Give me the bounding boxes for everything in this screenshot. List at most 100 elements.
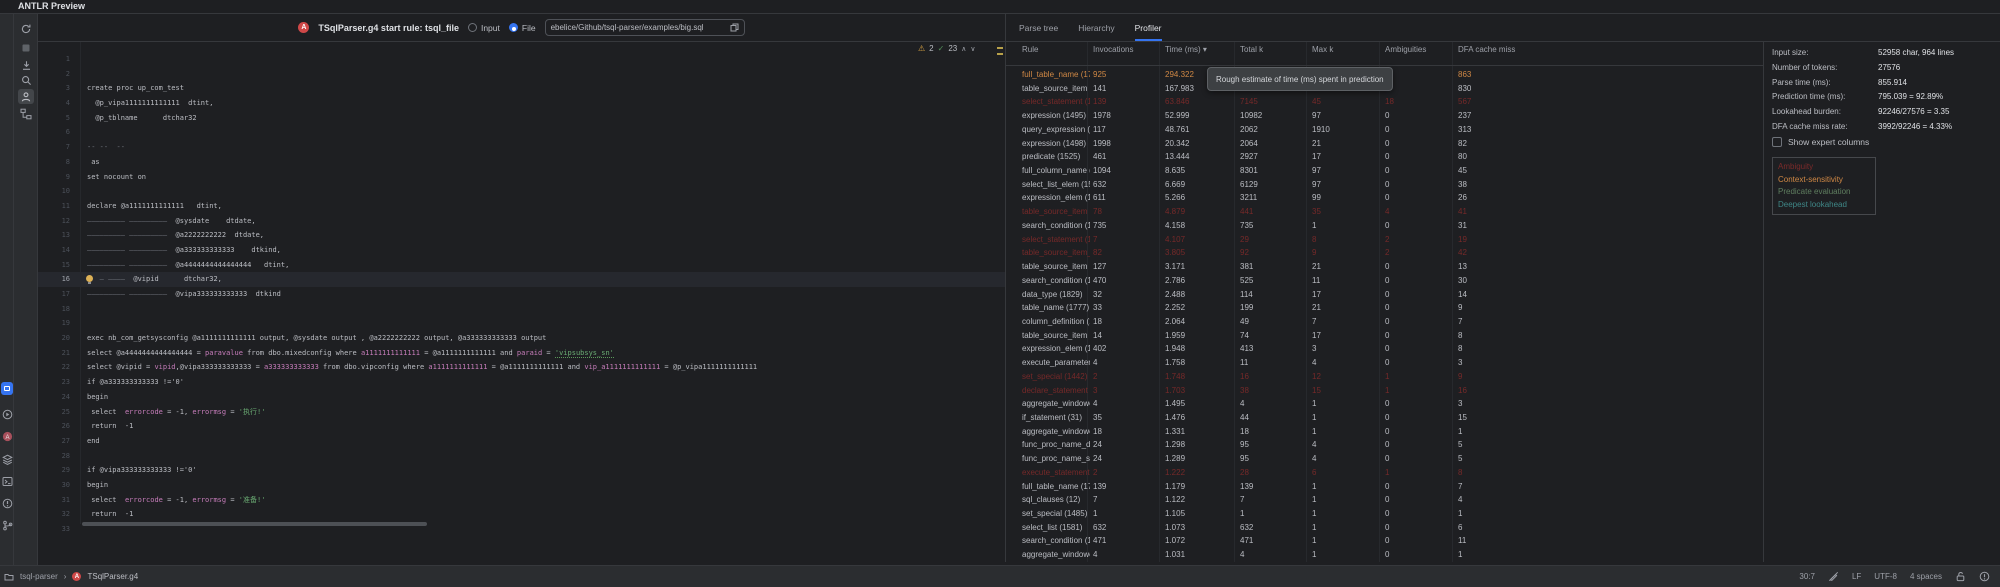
problems-toolwindow-button[interactable] [1, 497, 13, 510]
refresh-button[interactable] [18, 21, 34, 36]
code-line[interactable]: 15————————— ————————— @a4444444444444444… [38, 258, 1005, 273]
profiler-table-row[interactable]: search_condition (1517)4702.78652511030 [1005, 274, 1763, 288]
code-line[interactable]: 30begin [38, 478, 1005, 493]
expert-columns-toggle[interactable]: Show expert columns [1772, 137, 1869, 147]
code-line[interactable]: 24begin [38, 390, 1005, 405]
input-radio[interactable]: Input [468, 23, 500, 33]
profiler-table-row[interactable]: table_name (1777)332.2521992109 [1005, 301, 1763, 315]
profiler-table-row[interactable]: aggregate_windowed...41.0314101 [1005, 548, 1763, 562]
copy-icon[interactable] [730, 23, 739, 32]
code-line[interactable]: 9set nocount on [38, 170, 1005, 185]
file-encoding[interactable]: UTF-8 [1874, 572, 1897, 581]
profiler-table-row[interactable]: select_list_elem (1592)6326.669612997038 [1005, 178, 1763, 192]
export-button[interactable] [18, 58, 34, 73]
code-line[interactable]: 19 [38, 316, 1005, 331]
profiler-table-row[interactable]: aggregate_windowed...41.4954103 [1005, 397, 1763, 411]
hierarchy-mode-button[interactable] [18, 106, 34, 121]
profiler-table-row[interactable]: query_expression (1527)11748.76120621910… [1005, 123, 1763, 137]
code-line[interactable]: 22select @vipid = vipid,@vipa33333333333… [38, 360, 1005, 375]
profiler-table-row[interactable]: full_table_name (1773)1391.179139107 [1005, 480, 1763, 494]
profiler-table-row[interactable]: aggregate_windowed...181.33118101 [1005, 425, 1763, 439]
code-line[interactable]: 17————————— ————————— @vipa333333333333 … [38, 287, 1005, 302]
stop-button[interactable] [18, 40, 34, 55]
terminal-toolwindow-button[interactable] [1, 475, 13, 488]
profiler-table-row[interactable]: predicate (1525)46113.444292717080 [1005, 150, 1763, 164]
code-line[interactable]: 7-- -- -- [38, 140, 1005, 155]
git-toolwindow-button[interactable] [1, 519, 13, 532]
test-file-path-field[interactable]: ebelice/Github/tsql-parser/examples/big.… [545, 19, 745, 36]
profiler-table-row[interactable]: if_statement (31)351.476441015 [1005, 411, 1763, 425]
profiler-table-row[interactable]: declare_statement (7...31.7033815116 [1005, 384, 1763, 398]
caret-position[interactable]: 30:7 [1799, 572, 1815, 581]
column-header-ambiguities[interactable]: Ambiguities [1385, 45, 1426, 54]
profiler-table-row[interactable]: search_condition (1519)7354.1587351031 [1005, 219, 1763, 233]
code-editor[interactable]: 123create proc up_com_test4 @p_vipa11111… [38, 42, 1005, 562]
prev-issue-button[interactable]: ∧ [961, 45, 966, 53]
code-line[interactable]: 18 [38, 302, 1005, 317]
code-line[interactable]: 2 [38, 67, 1005, 82]
notifications-icon[interactable] [1979, 571, 1990, 582]
error-stripe-mark[interactable] [997, 47, 1003, 49]
code-line[interactable]: 32 return -1 [38, 507, 1005, 522]
profiler-table-row[interactable]: select_list (1581)6321.073632106 [1005, 521, 1763, 535]
profiler-table-row[interactable]: execute_parameter (1...41.75811403 [1005, 356, 1763, 370]
services-toolwindow-button[interactable] [1, 453, 13, 466]
profiler-table-row[interactable]: set_special (1442)21.748161219 [1005, 370, 1763, 384]
profiler-table-row[interactable]: data_type (1829)322.48811417014 [1005, 288, 1763, 302]
code-line[interactable]: 13————————— ————————— @a2222222222 dtdat… [38, 228, 1005, 243]
profiler-table-row[interactable]: table_source_item (15...1273.17138121013 [1005, 260, 1763, 274]
code-line[interactable]: 20exec nb_com_getsysconfig @a11111111111… [38, 331, 1005, 346]
profiler-table-row[interactable]: table_source_item_j...823.805929242 [1005, 246, 1763, 260]
line-ending[interactable]: LF [1852, 572, 1861, 581]
code-line[interactable]: 10 [38, 184, 1005, 199]
code-line[interactable]: 16 — ———— @vipid dtchar32, [38, 272, 1005, 287]
code-line[interactable]: 8 as [38, 155, 1005, 170]
profiler-table-row[interactable]: expression (1495)197852.99910982970237 [1005, 109, 1763, 123]
code-line[interactable]: 4 @p_vipa1111111111111 dtint, [38, 96, 1005, 111]
code-line[interactable]: 3create proc up_com_test [38, 81, 1005, 96]
code-line[interactable]: 31 select errorcode = -1, errormsg = '准备… [38, 493, 1005, 508]
current-file-name[interactable]: TSqlParser.g4 [87, 572, 138, 581]
profiler-table-row[interactable]: set_special (1485)11.1051101 [1005, 507, 1763, 521]
profiler-table-row[interactable]: sql_clauses (12)71.1227104 [1005, 493, 1763, 507]
code-line[interactable]: 28 [38, 449, 1005, 464]
antlr-toolwindow-button[interactable]: A [1, 430, 13, 443]
antlr-preview-toolwindow-button[interactable] [1, 382, 13, 395]
profiler-mode-button[interactable] [18, 89, 34, 104]
profiler-table-row[interactable]: expression_elem (1589)4021.948413308 [1005, 342, 1763, 356]
column-header-max-k[interactable]: Max k [1312, 45, 1333, 54]
readonly-pen-icon[interactable] [1828, 571, 1839, 582]
code-line[interactable]: 5 @p_tblname dtchar32 [38, 111, 1005, 126]
tab-parse-tree[interactable]: Parse tree [1019, 23, 1058, 41]
column-header-total-k[interactable]: Total k [1240, 45, 1263, 54]
search-button[interactable] [18, 73, 34, 88]
code-line[interactable]: 21select @a4444444444444444 = paravalue … [38, 346, 1005, 361]
tab-hierarchy[interactable]: Hierarchy [1078, 23, 1114, 41]
profiler-table-row[interactable]: table_source_item (15...141.959741708 [1005, 329, 1763, 343]
code-line[interactable]: 11declare @a1111111111111 dtint, [38, 199, 1005, 214]
code-line[interactable]: 6 [38, 125, 1005, 140]
profiler-table-row[interactable]: column_definition (1421)182.06449707 [1005, 315, 1763, 329]
column-header-dfa-cache-miss[interactable]: DFA cache miss [1458, 45, 1515, 54]
code-line[interactable]: 12————————— ————————— @sysdate dtdate, [38, 214, 1005, 229]
profiler-table-row[interactable]: func_proc_name_data...241.29895405 [1005, 438, 1763, 452]
horizontal-scrollbar[interactable] [82, 522, 427, 526]
lock-open-icon[interactable] [1955, 571, 1966, 582]
profiler-table-row[interactable]: table_source_item (16...784.87944135441 [1005, 205, 1763, 219]
next-issue-button[interactable]: ∨ [970, 45, 975, 53]
code-line[interactable]: 29if @vipa333333333333 !='0' [38, 463, 1005, 478]
profiler-table-row[interactable]: expression_elem (1590)6115.266321199026 [1005, 191, 1763, 205]
profiler-table-row[interactable]: select_statement (1469)13963.84671454518… [1005, 95, 1763, 109]
tab-profiler[interactable]: Profiler [1135, 23, 1162, 41]
profiler-table-row[interactable]: execute_statement (9...21.22228618 [1005, 466, 1763, 480]
code-line[interactable]: 23if @a333333333333 !='0' [38, 375, 1005, 390]
code-line[interactable]: 27end [38, 434, 1005, 449]
profiler-table-row[interactable]: full_column_name (17...10948.63583019704… [1005, 164, 1763, 178]
run-toolwindow-button[interactable] [1, 408, 13, 421]
column-header-invocations[interactable]: Invocations [1093, 45, 1133, 54]
profiler-table-row[interactable]: select_statement (15...74.107298219 [1005, 233, 1763, 247]
code-line[interactable]: 14————————— ————————— @a333333333333 dtk… [38, 243, 1005, 258]
inspection-widget[interactable]: ⚠2 ✓23 ∧ ∨ [918, 44, 975, 53]
error-stripe-mark[interactable] [997, 53, 1003, 55]
column-header-rule[interactable]: Rule [1022, 45, 1038, 54]
